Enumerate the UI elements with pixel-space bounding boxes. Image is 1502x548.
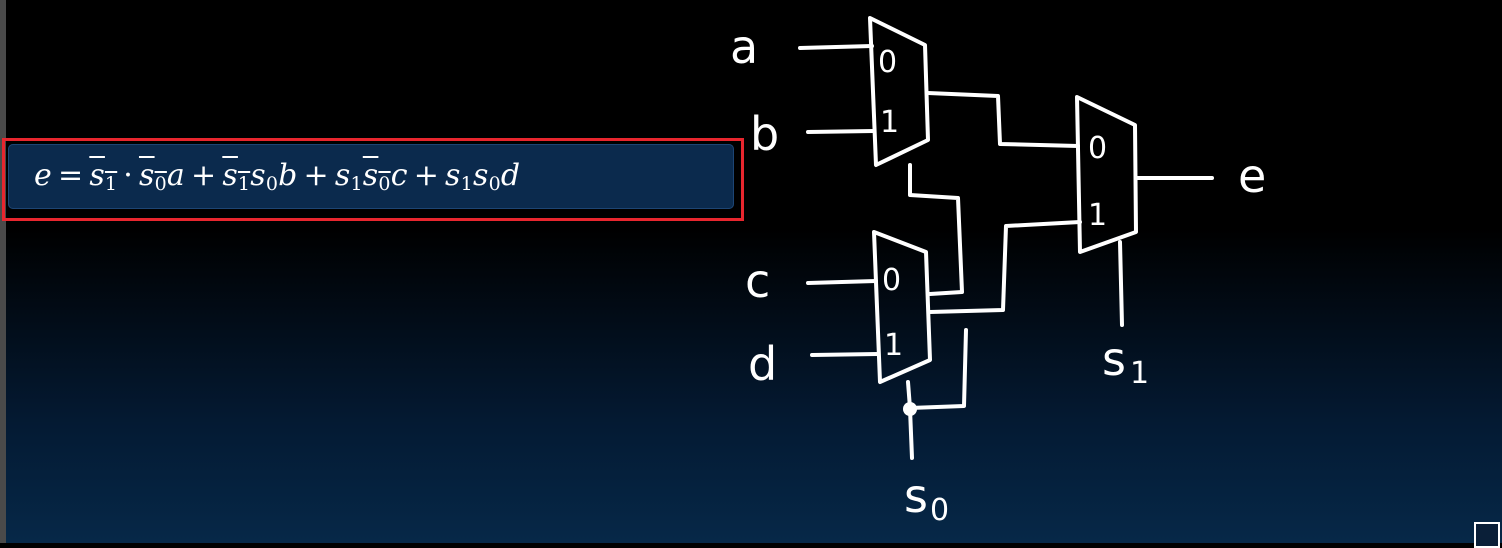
label-c: c <box>745 254 770 308</box>
wire-d <box>810 352 880 357</box>
mux-output-label-1: 1 <box>1088 198 1107 233</box>
wire-s0-top <box>908 163 964 296</box>
wire-c <box>806 279 878 285</box>
label-a: a <box>730 20 758 74</box>
label-e: e <box>1238 149 1266 203</box>
wire-a <box>798 44 874 50</box>
label-s1-sub: 1 <box>1130 356 1149 391</box>
mux-output-label-0: 0 <box>1088 131 1107 166</box>
mux-diagram: 0 1 0 1 0 1 a b c d e s 0 s 1 <box>730 16 1266 528</box>
wire-b <box>806 129 876 134</box>
mux-bottom-label-0: 0 <box>882 263 901 298</box>
label-s0: s <box>904 469 928 523</box>
mux-top-label-0: 0 <box>878 45 897 80</box>
label-d: d <box>748 337 777 391</box>
label-s0-sub: 0 <box>930 493 949 528</box>
wire-top-mux-out <box>926 91 1080 148</box>
wire-s1 <box>1118 240 1124 327</box>
wire-s0-loop <box>906 328 968 410</box>
wire-s0-stem <box>908 407 914 460</box>
label-b: b <box>750 107 779 161</box>
mux-bottom-label-1: 1 <box>884 328 903 363</box>
wire-bottom-mux-out <box>928 220 1082 314</box>
label-s1: s <box>1102 332 1126 386</box>
expand-icon[interactable] <box>1474 522 1500 548</box>
mux-top-label-1: 1 <box>880 105 899 140</box>
mux-top-shape <box>868 16 930 167</box>
